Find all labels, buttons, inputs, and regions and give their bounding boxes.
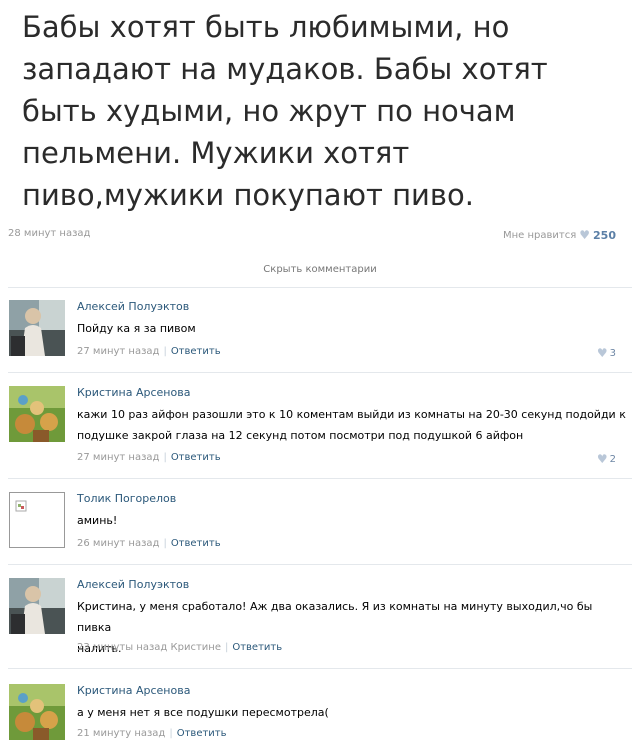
post-text-line: Бабы хотят быть любимыми, но — [22, 10, 510, 44]
avatar[interactable] — [9, 578, 65, 634]
comment-text: а у меня нет я все подушки пересмотрела( — [77, 702, 627, 723]
avatar[interactable] — [9, 684, 65, 740]
hide-comments-link[interactable]: Скрыть комментарии — [0, 264, 640, 275]
divider — [8, 564, 632, 565]
comment-text: аминь! — [77, 510, 627, 531]
comment-like-count: 2 — [609, 453, 616, 465]
comment-author[interactable]: Алексей Полуэктов — [77, 300, 189, 313]
divider — [8, 287, 632, 288]
comment-meta: 27 минут назад | Ответить — [77, 452, 221, 463]
comment-timestamp[interactable]: 27 минут назад — [77, 452, 159, 463]
comment-timestamp[interactable]: 23 минуты назад Кристине — [77, 642, 221, 653]
comment-text-line: аминь! — [77, 514, 118, 527]
post-text-line: быть худыми, но жрут по ночам — [22, 94, 516, 128]
comment-like-button[interactable]: ♥ 3 — [597, 346, 616, 360]
post-like-button[interactable]: Мне нравится ♥ 250 — [503, 228, 616, 242]
reply-button[interactable]: Ответить — [171, 452, 221, 463]
comment-author[interactable]: Толик Погорелов — [77, 492, 176, 505]
reply-button[interactable]: Ответить — [177, 728, 227, 739]
post-text-line: пиво,мужики покупают пиво. — [22, 178, 474, 212]
comment-like-count: 3 — [609, 347, 616, 359]
comment-text-line: Пойду ка я за пивом — [77, 322, 196, 335]
comment-timestamp[interactable]: 27 минут назад — [77, 346, 159, 357]
comment-text: Пойду ка я за пивом — [77, 318, 627, 339]
heart-icon: ♥ — [579, 228, 591, 242]
post-text-line: пельмени. Мужики хотят — [22, 136, 410, 170]
reply-button[interactable]: Ответить — [232, 642, 282, 653]
divider — [8, 372, 632, 373]
comment-text-line: кажи 10 раз айфон разошли это к 10 комен… — [77, 408, 626, 421]
comment-text-line: а у меня нет я все подушки пересмотрела( — [77, 706, 329, 719]
comment-timestamp[interactable]: 21 минуту назад — [77, 728, 165, 739]
divider — [8, 478, 632, 479]
comment-meta: 26 минут назад | Ответить — [77, 538, 221, 549]
comment-timestamp[interactable]: 26 минут назад — [77, 538, 159, 549]
comment-author[interactable]: Кристина Арсенова — [77, 684, 190, 697]
post-text: Бабы хотят быть любимыми, но западают на… — [22, 6, 622, 216]
divider — [8, 668, 632, 669]
comment-text-line: подушке закрой глаза на 12 секунд потом … — [77, 429, 524, 442]
post-text-line: западают на мудаков. Бабы хотят — [22, 52, 548, 86]
heart-icon: ♥ — [596, 346, 608, 360]
avatar[interactable] — [9, 492, 65, 548]
comment-meta: 23 минуты назад Кристине | Ответить — [77, 642, 283, 653]
comment-author[interactable]: Алексей Полуэктов — [77, 578, 189, 591]
comment-like-button[interactable]: ♥ 2 — [597, 452, 616, 466]
heart-icon: ♥ — [596, 452, 608, 466]
like-count: 250 — [593, 228, 616, 242]
comment-text: кажи 10 раз айфон разошли это к 10 комен… — [77, 404, 627, 446]
comment-meta: 27 минут назад | Ответить — [77, 346, 221, 357]
reply-button[interactable]: Ответить — [171, 346, 221, 357]
avatar[interactable] — [9, 300, 65, 356]
like-label: Мне нравится — [503, 229, 577, 241]
avatar[interactable] — [9, 386, 65, 442]
reply-button[interactable]: Ответить — [171, 538, 221, 549]
post-timestamp[interactable]: 28 минут назад — [8, 228, 90, 239]
comment-author[interactable]: Кристина Арсенова — [77, 386, 190, 399]
comment-text-line: Кристина, у меня сработало! Аж два оказа… — [77, 600, 593, 634]
comment-meta: 21 минуту назад | Ответить — [77, 728, 227, 739]
broken-image-icon — [15, 500, 27, 512]
